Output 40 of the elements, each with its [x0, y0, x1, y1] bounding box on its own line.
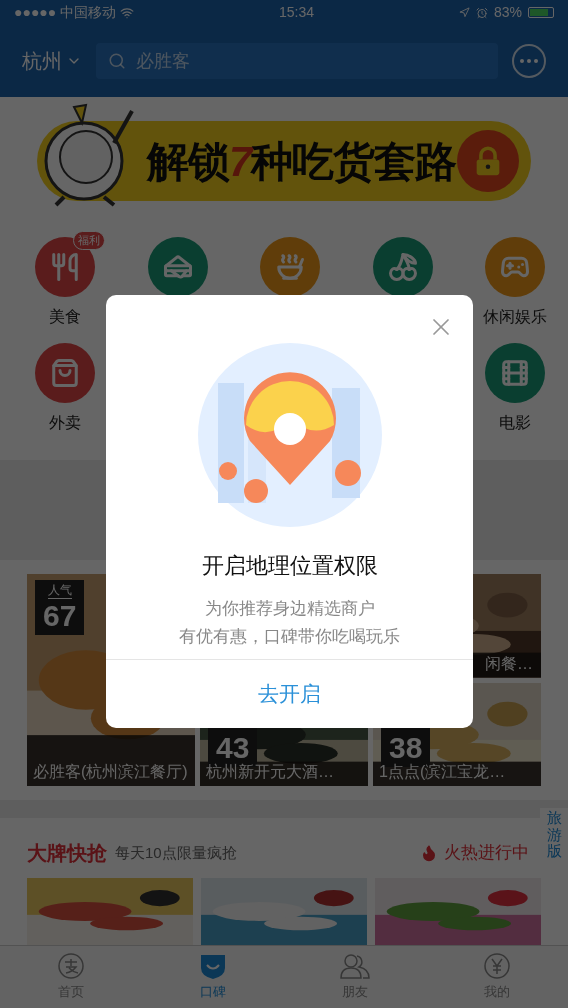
dialog-message: 有优有惠，口碑带你吃喝玩乐 [179, 625, 400, 648]
rank-label: 人气 [47, 582, 72, 599]
rank-number: 43 [216, 730, 250, 764]
cutlery-icon [50, 252, 80, 282]
lock-icon [457, 130, 519, 192]
category-icon[interactable] [260, 237, 320, 297]
battery-icon [528, 7, 554, 18]
location-icon [458, 7, 470, 18]
cherry-icon [387, 252, 418, 282]
hot-status: 火热进行中 [444, 842, 529, 865]
category-label: 美食 [49, 307, 81, 327]
dialog-title: 开启地理位置权限 [201, 552, 378, 580]
carrier-text: ●●●●● 中国移动 [14, 3, 117, 22]
smile-shield-icon [198, 952, 228, 981]
flame-icon [420, 844, 438, 862]
city-selector[interactable]: 杭州 [22, 46, 82, 76]
bag-icon [50, 358, 80, 388]
rank-number: 38 [389, 730, 423, 764]
alarm-icon [475, 6, 488, 19]
enable-button[interactable]: 去开启 [106, 660, 473, 728]
rank-number: 67 [43, 599, 77, 633]
badge: 福利 [73, 231, 105, 250]
battery-text: 83% [493, 3, 522, 22]
yuan-coin-icon [483, 952, 511, 981]
more-button[interactable] [512, 44, 546, 78]
banner-title: 解锁7种吃货套路 [147, 136, 456, 187]
category-label: 外卖 [49, 413, 81, 433]
clock-text: 15:34 [279, 3, 315, 22]
section-title: 大牌快抢 [27, 841, 107, 866]
people-icon [339, 952, 371, 981]
category-label: 休闲娱乐 [483, 307, 547, 327]
bowl-icon [275, 252, 305, 282]
search-icon [108, 52, 126, 70]
section-subtitle: 每天10点限量疯抢 [115, 842, 237, 863]
dialog-message: 为你推荐身边精选商户 [204, 598, 375, 620]
film-reel-icon [500, 358, 530, 388]
tab[interactable]: 口碑 [173, 952, 253, 1002]
pay-icon [57, 952, 85, 981]
wifi-icon [120, 5, 135, 20]
category-label: 电影 [499, 413, 531, 433]
